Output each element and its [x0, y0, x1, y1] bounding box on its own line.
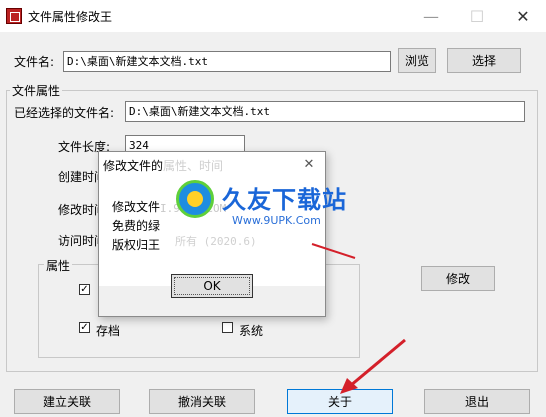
arrow-to-about-line [349, 338, 406, 388]
arrow-to-dialog-line [311, 243, 356, 259]
annotation-arrows [311, 243, 406, 394]
